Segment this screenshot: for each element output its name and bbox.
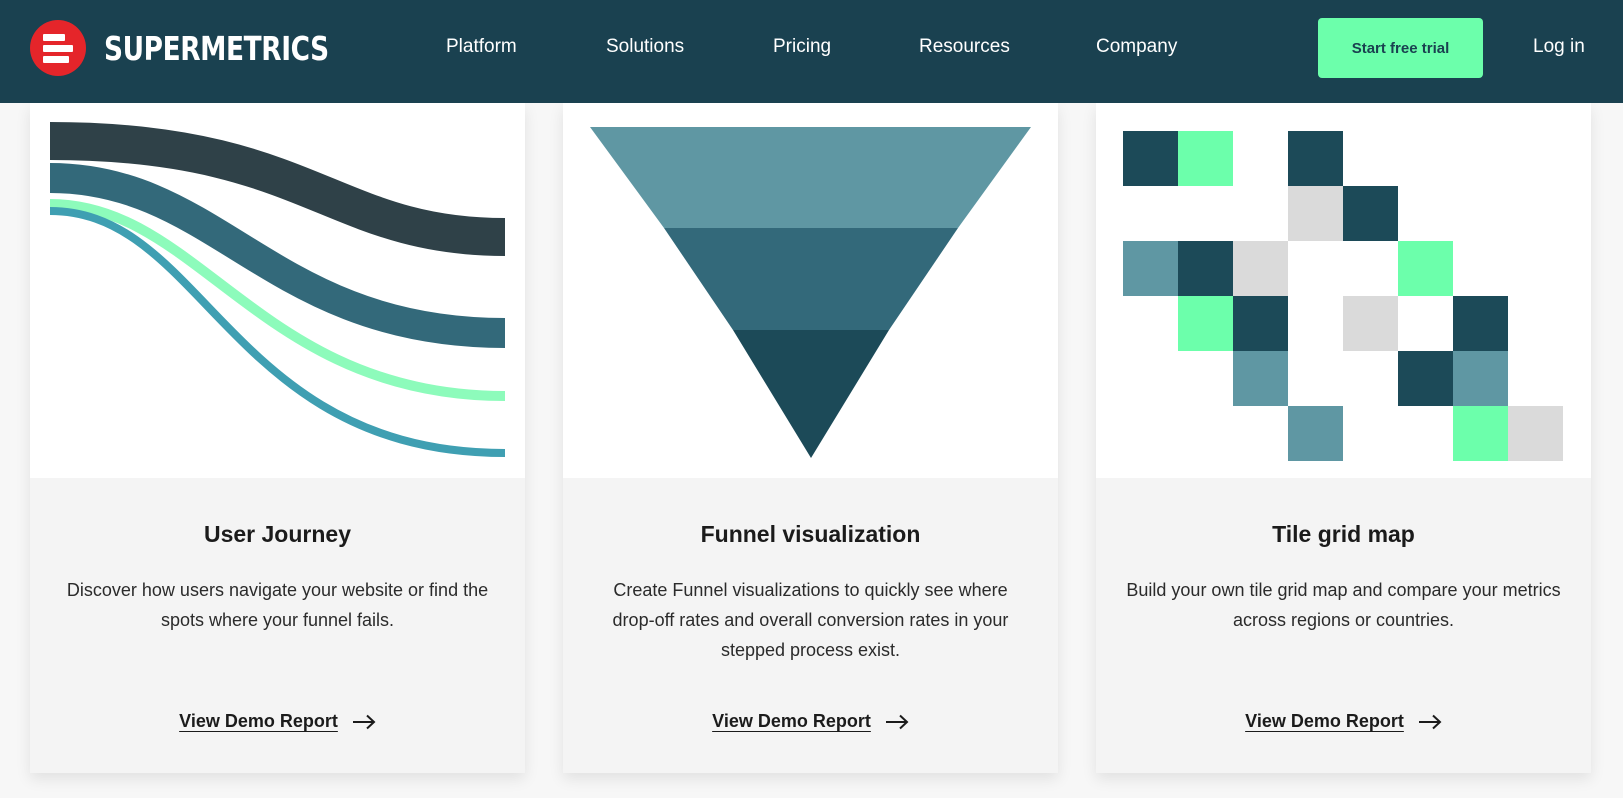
login-link[interactable]: Log in <box>1533 36 1585 58</box>
nav-item-resources[interactable]: Resources <box>919 36 1010 58</box>
tile-grid-illustration <box>1096 103 1591 478</box>
nav-item-pricing[interactable]: Pricing <box>773 36 831 58</box>
card-description: Discover how users navigate your website… <box>66 580 489 630</box>
start-free-trial-button[interactable]: Start free trial <box>1318 18 1483 78</box>
sankey-flow-illustration <box>30 103 525 478</box>
card-description: Build your own tile grid map and compare… <box>1126 580 1561 630</box>
card-title: Tile grid map <box>1272 521 1415 547</box>
nav-item-company[interactable]: Company <box>1096 36 1177 58</box>
card-description: Create Funnel visualizations to quickly … <box>612 580 1009 660</box>
brand-name: SUPERMETRICS <box>104 28 329 68</box>
view-demo-report-link[interactable]: View Demo Report <box>563 711 1058 732</box>
funnel-illustration <box>563 103 1058 478</box>
nav-item-platform[interactable]: Platform <box>446 36 517 58</box>
arrow-right-icon <box>885 714 909 729</box>
view-demo-report-label: View Demo Report <box>1245 711 1404 731</box>
card-title: User Journey <box>203 521 351 547</box>
nav-item-solutions[interactable]: Solutions <box>606 36 684 58</box>
logo[interactable]: SUPERMETRICS <box>30 20 385 76</box>
card-title: Funnel visualization <box>700 521 921 547</box>
view-demo-report-link[interactable]: View Demo Report <box>30 711 525 732</box>
top-navbar: SUPERMETRICS Platform Solutions Pricing … <box>0 0 1623 103</box>
card-user-journey: User Journey Discover how users navigate… <box>30 103 525 773</box>
view-demo-report-label: View Demo Report <box>712 711 871 731</box>
arrow-right-icon <box>1418 714 1442 729</box>
card-tile-grid-map: Tile grid map Build your own tile grid m… <box>1096 103 1591 773</box>
supermetrics-logo-icon <box>30 20 86 76</box>
arrow-right-icon <box>352 714 376 729</box>
view-demo-report-label: View Demo Report <box>179 711 338 731</box>
card-funnel-visualization: Funnel visualization Create Funnel visua… <box>563 103 1058 773</box>
view-demo-report-link[interactable]: View Demo Report <box>1096 711 1591 732</box>
